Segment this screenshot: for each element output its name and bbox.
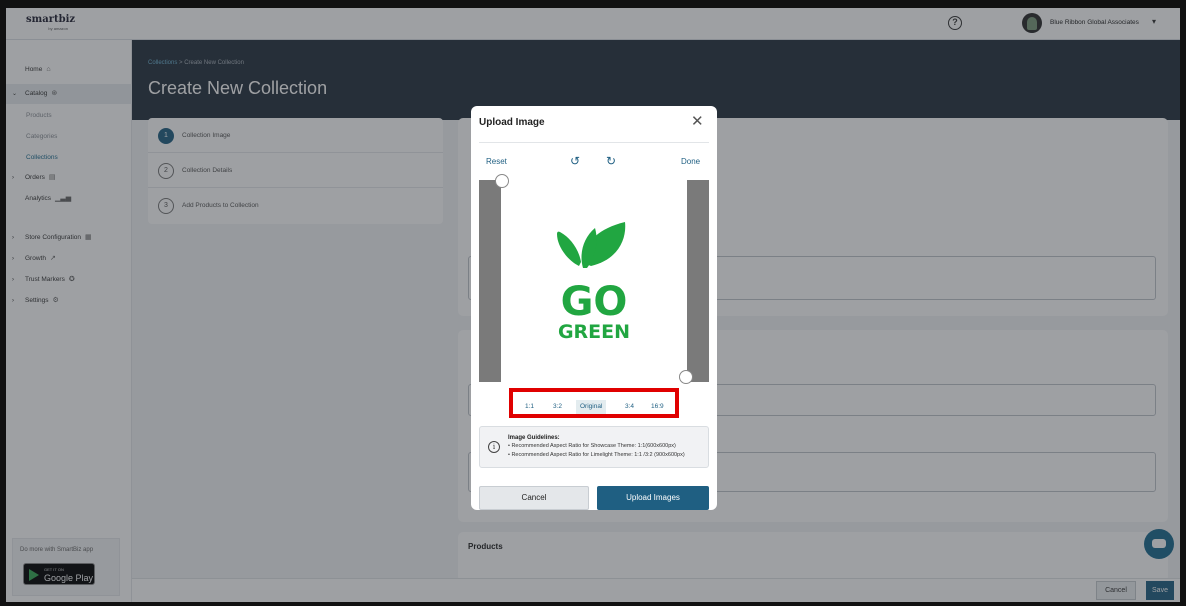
logo-text-green: GREEN bbox=[558, 321, 630, 343]
done-button[interactable]: Done bbox=[681, 157, 700, 166]
image-guidelines: i Image Guidelines: • Recommended Aspect… bbox=[479, 426, 709, 468]
go-green-logo: GO GREEN bbox=[557, 222, 630, 343]
crop-area[interactable]: GO GREEN bbox=[479, 174, 709, 384]
upload-images-button[interactable]: Upload Images bbox=[597, 486, 709, 510]
rotate-right-icon[interactable]: ↻ bbox=[606, 154, 616, 168]
reset-button[interactable]: Reset bbox=[486, 157, 507, 166]
ratio-3-2[interactable]: 3:2 bbox=[549, 400, 566, 414]
aspect-ratio-selector: 1:1 3:2 Original 3:4 16:9 bbox=[509, 388, 679, 418]
ratio-3-4[interactable]: 3:4 bbox=[621, 400, 638, 414]
info-icon: i bbox=[488, 441, 500, 453]
logo-text-go: GO bbox=[561, 279, 628, 325]
ratio-1-1[interactable]: 1:1 bbox=[521, 400, 538, 414]
modal-title: Upload Image bbox=[479, 117, 545, 128]
crop-handle-bottom-right[interactable] bbox=[679, 370, 693, 384]
rotate-left-icon[interactable]: ↺ bbox=[570, 154, 580, 168]
ratio-original[interactable]: Original bbox=[576, 400, 607, 414]
upload-image-modal: Upload Image ✕ Reset ↺ ↻ Done GO GREEN 1… bbox=[471, 106, 717, 510]
guideline-showcase: • Recommended Aspect Ratio for Showcase … bbox=[508, 443, 676, 449]
guidelines-title: Image Guidelines: bbox=[508, 435, 560, 441]
go-green-image: GO GREEN bbox=[501, 180, 687, 382]
close-icon[interactable]: ✕ bbox=[691, 114, 704, 130]
modal-cancel-button[interactable]: Cancel bbox=[479, 486, 589, 510]
modal-divider bbox=[479, 142, 709, 143]
crop-handle-top-left[interactable] bbox=[495, 174, 509, 188]
ratio-16-9[interactable]: 16:9 bbox=[647, 400, 668, 414]
app-window: smartbiz by amazon ? Blue Ribbon Global … bbox=[6, 8, 1180, 602]
guideline-limelight: • Recommended Aspect Ratio for Limelight… bbox=[508, 452, 685, 458]
